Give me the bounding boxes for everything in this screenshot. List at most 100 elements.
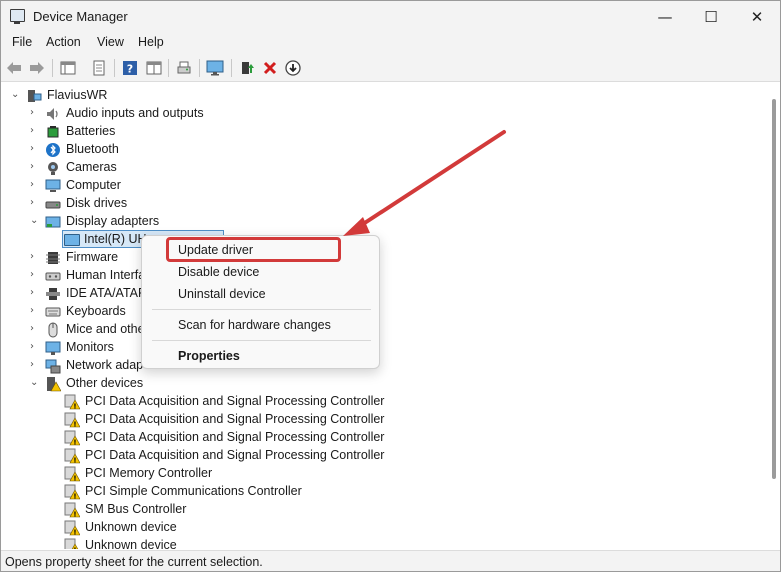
other-device-row[interactable]: ! PCI Simple Communications Controller [1,483,401,501]
chevron-right-icon[interactable]: › [30,340,40,354]
menu-file[interactable]: File [12,35,32,49]
title-bar: Device Manager — ☐ ✕ [1,1,780,32]
other-icon [45,376,62,392]
vertical-scrollbar[interactable] [768,83,780,549]
tree-category-audio[interactable]: › Audio inputs and outputs [1,105,241,123]
tree-category-label: Computer [66,178,121,192]
uninstall-x-icon[interactable] [261,59,279,77]
other-device-row[interactable]: ! Unknown device [1,537,401,549]
other-device-row[interactable]: ! SM Bus Controller [1,501,401,519]
ctx-uninstall-device[interactable]: Uninstall device [178,287,266,301]
tree-category-label: Network adap [66,358,144,372]
other-device-label: Unknown device [85,520,177,534]
tree-category-computer[interactable]: › Computer [1,177,241,195]
tree-root[interactable]: ⌄ FlaviusWR [1,87,301,105]
ctx-scan-hardware[interactable]: Scan for hardware changes [178,318,331,332]
toolbar: ? [1,54,780,82]
svg-text:!: ! [73,402,76,410]
chevron-right-icon[interactable]: › [30,304,40,318]
ctx-separator [152,309,371,310]
download-icon[interactable] [284,59,302,77]
tree-category-label: Keyboards [66,304,126,318]
window-title: Device Manager [33,9,128,24]
ctx-properties[interactable]: Properties [178,349,240,363]
chevron-right-icon[interactable]: › [30,358,40,372]
warning-device-icon: ! [64,484,81,500]
other-device-row[interactable]: ! PCI Data Acquisition and Signal Process… [1,393,401,411]
view-list-icon[interactable] [145,59,163,77]
other-device-label: PCI Simple Communications Controller [85,484,302,498]
chevron-right-icon[interactable]: › [30,286,40,300]
bluetooth-icon [45,142,61,158]
tree-category-battery[interactable]: › Batteries [1,123,241,141]
svg-text:!: ! [73,546,76,549]
display-adapter-icon [64,234,80,246]
device-tree: ⌄ FlaviusWR › Audio inputs and outputs › Ba… [1,83,767,549]
chevron-right-icon[interactable]: › [30,178,40,192]
firmware-icon [45,250,61,266]
other-device-label: PCI Data Acquisition and Signal Processi… [85,394,385,408]
print-icon[interactable] [175,59,193,77]
chevron-down-icon[interactable]: ⌄ [11,88,21,102]
camera-icon [45,160,61,176]
other-device-label: Unknown device [85,538,177,549]
properties-sheet-icon[interactable] [90,59,108,77]
ctx-disable-device[interactable]: Disable device [178,265,259,279]
warning-device-icon: ! [64,430,81,446]
chevron-down-icon[interactable]: ⌄ [30,214,40,228]
tree-category-disk[interactable]: › Disk drives [1,195,241,213]
warning-device-icon: ! [64,466,81,482]
warning-device-icon: ! [64,538,80,549]
other-device-label: PCI Data Acquisition and Signal Processi… [85,412,385,426]
other-device-row[interactable]: ! Unknown device [1,519,401,537]
tree-category-label: Human Interfa [66,268,146,282]
other-device-row[interactable]: ! PCI Data Acquisition and Signal Process… [1,411,401,429]
enable-device-icon[interactable] [238,59,256,77]
chevron-right-icon[interactable]: › [30,268,40,282]
close-window-button[interactable]: ✕ [734,1,780,32]
other-device-row[interactable]: ! PCI Data Acquisition and Signal Process… [1,429,401,447]
status-text: Opens property sheet for the current sel… [5,555,263,569]
chevron-right-icon[interactable]: › [30,322,40,336]
status-bar: Opens property sheet for the current sel… [1,550,780,571]
forward-arrow-icon[interactable] [28,59,46,77]
scrollbar-thumb[interactable] [772,99,776,479]
menu-help[interactable]: Help [138,35,164,49]
maximize-button[interactable]: ☐ [688,1,734,32]
warning-device-icon: ! [64,502,81,518]
scan-hardware-monitor-icon[interactable] [206,59,224,77]
chevron-right-icon[interactable]: › [30,250,40,264]
tree-category-camera[interactable]: › Cameras [1,159,241,177]
other-device-row[interactable]: ! PCI Memory Controller [1,465,401,483]
hid-icon [45,268,61,284]
show-hide-console-tree-icon[interactable] [59,59,77,77]
tree-category-label: Bluetooth [66,142,119,156]
chevron-right-icon[interactable]: › [30,196,40,210]
computer-root-icon [26,88,42,104]
svg-text:!: ! [73,420,76,428]
chevron-down-icon[interactable]: ⌄ [30,376,40,390]
menu-action[interactable]: Action [46,35,81,49]
device-manager-app-icon [10,9,25,24]
display-icon [45,214,61,230]
tree-category-display[interactable]: ⌄ Display adapters [1,213,241,231]
help-icon[interactable]: ? [121,59,139,77]
tree-category-label: Disk drives [66,196,128,210]
warning-device-icon: ! [64,394,81,410]
selected-device-label: Intel(R) UH [84,232,147,246]
tree-category-label: Monitors [66,340,114,354]
tree-category-bluetooth[interactable]: › Bluetooth [1,141,241,159]
other-device-row[interactable]: ! PCI Data Acquisition and Signal Process… [1,447,401,465]
svg-text:!: ! [73,528,76,536]
minimize-button[interactable]: — [642,1,688,32]
chevron-right-icon[interactable]: › [30,106,40,120]
chevron-right-icon[interactable]: › [30,124,40,138]
back-arrow-icon[interactable] [5,59,23,77]
chevron-right-icon[interactable]: › [30,142,40,156]
tree-category-other[interactable]: ⌄ Other devices [1,375,241,393]
monitor-icon [45,340,61,356]
svg-text:!: ! [73,474,76,482]
chevron-right-icon[interactable]: › [30,160,40,174]
other-device-label: PCI Data Acquisition and Signal Processi… [85,448,385,462]
menu-view[interactable]: View [97,35,124,49]
